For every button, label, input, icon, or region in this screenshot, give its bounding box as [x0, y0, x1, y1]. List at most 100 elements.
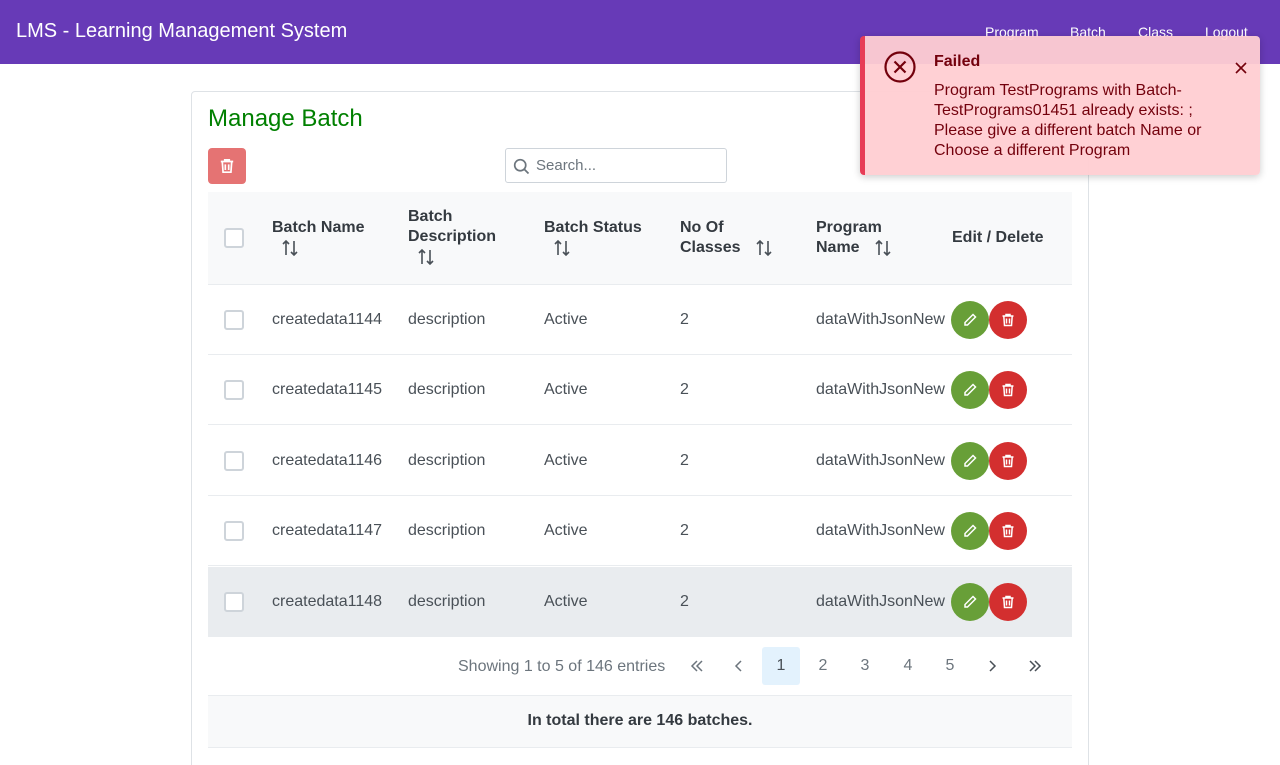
row-checkbox[interactable]: [224, 380, 244, 400]
trash-icon: [1002, 524, 1014, 538]
prev-page-button[interactable]: [720, 647, 758, 685]
cell-batch-status: Active: [544, 381, 588, 398]
pencil-icon: [964, 524, 977, 537]
toast-summary: Failed: [934, 53, 981, 70]
cell-no-of-classes: 2: [680, 522, 689, 539]
cell-no-of-classes: 2: [680, 381, 689, 398]
sort-icon: [554, 239, 570, 257]
trash-icon: [220, 158, 234, 174]
sort-icon: [282, 239, 298, 257]
pagination-report: Showing 1 to 5 of 146 entries: [458, 658, 666, 675]
cell-program-name: dataWithJsonNew: [816, 381, 945, 398]
cell-program-name: dataWithJsonNew: [816, 593, 945, 610]
delete-button[interactable]: [989, 442, 1027, 480]
cell-batch-status: Active: [544, 452, 588, 469]
page-button-4[interactable]: 4: [889, 647, 927, 685]
col-batch-description[interactable]: Batch Description: [408, 207, 496, 267]
col-program-name-label-2: Name: [816, 239, 860, 257]
edit-button[interactable]: [951, 301, 989, 339]
search-icon: [513, 158, 530, 175]
row-checkbox[interactable]: [224, 521, 244, 541]
delete-button[interactable]: [989, 371, 1027, 409]
edit-button[interactable]: [951, 371, 989, 409]
col-batch-description-label-1: Batch: [408, 208, 453, 225]
page-button-1[interactable]: 1: [762, 647, 800, 685]
col-batch-status[interactable]: Batch Status: [544, 218, 642, 258]
edit-button[interactable]: [951, 442, 989, 480]
cell-batch-name: createdata1145: [272, 381, 383, 398]
cell-batch-status: Active: [544, 311, 588, 328]
sort-icon: [418, 248, 434, 266]
col-program-name[interactable]: Program Name: [816, 218, 892, 258]
col-batch-name-label: Batch Name: [272, 219, 365, 236]
cell-program-name: dataWithJsonNew: [816, 452, 945, 469]
col-no-of-classes[interactable]: No Of Classes: [680, 218, 773, 258]
chevron-right-icon: [989, 660, 997, 672]
edit-button[interactable]: [951, 583, 989, 621]
table-header: Batch Name Batch Description Batch Statu…: [208, 192, 1072, 285]
double-chevron-right-icon: [1029, 660, 1042, 672]
page-button-2[interactable]: 2: [804, 647, 842, 685]
app-title: LMS - Learning Management System: [16, 20, 348, 42]
table-row[interactable]: createdata1147 description Active 2 dataWith…: [208, 496, 1072, 566]
pencil-icon: [964, 595, 977, 608]
bulk-delete-button[interactable]: [208, 148, 246, 184]
table-row[interactable]: createdata1144 description Active 2 dataWith…: [208, 285, 1072, 355]
cell-batch-name: createdata1147: [272, 522, 383, 539]
times-circle-icon: [884, 51, 916, 83]
col-batch-status-label: Batch Status: [544, 219, 642, 236]
cell-batch-status: Active: [544, 522, 588, 539]
search-input[interactable]: [536, 149, 724, 182]
table-footer: In total there are 146 batches.: [208, 696, 1072, 748]
cell-program-name: dataWithJsonNew: [816, 522, 945, 539]
row-checkbox[interactable]: [224, 310, 244, 330]
cell-program-name: dataWithJsonNew: [816, 311, 945, 328]
toast-detail: Program TestPrograms with Batch-TestProg…: [934, 82, 1202, 159]
col-no-of-classes-label-1: No Of: [680, 219, 724, 236]
double-chevron-left-icon: [690, 660, 703, 672]
cell-batch-status: Active: [544, 593, 588, 610]
col-program-name-label-1: Program: [816, 219, 882, 236]
delete-button[interactable]: [989, 583, 1027, 621]
page-title: Manage Batch: [208, 105, 363, 132]
row-checkbox[interactable]: [224, 451, 244, 471]
toast-close-button[interactable]: [1231, 58, 1251, 78]
select-all-checkbox[interactable]: [224, 228, 244, 248]
paginator: Showing 1 to 5 of 146 entries 1 2 3 4 5: [208, 638, 1072, 696]
cell-batch-description: description: [408, 452, 486, 469]
error-toast: Failed Program TestPrograms with Batch-T…: [860, 36, 1260, 175]
col-batch-description-label-2: Description: [408, 228, 497, 245]
col-no-of-classes-label-2: Classes: [680, 239, 741, 257]
table-row[interactable]: createdata1146 description Active 2 dataWith…: [208, 426, 1072, 496]
edit-button[interactable]: [951, 512, 989, 550]
first-page-button[interactable]: [678, 647, 716, 685]
trash-icon: [1002, 454, 1014, 468]
pencil-icon: [964, 454, 977, 467]
next-page-button[interactable]: [973, 647, 1011, 685]
trash-icon: [1002, 595, 1014, 609]
table-row[interactable]: createdata1148 description Active 2 dataWith…: [208, 567, 1072, 637]
delete-button[interactable]: [989, 301, 1027, 339]
delete-button[interactable]: [989, 512, 1027, 550]
search-field[interactable]: [505, 148, 727, 183]
table-row[interactable]: createdata1145 description Active 2 dataWith…: [208, 355, 1072, 425]
close-icon: [1235, 62, 1247, 74]
cell-no-of-classes: 2: [680, 311, 689, 328]
cell-batch-name: createdata1144: [272, 311, 383, 328]
row-checkbox[interactable]: [224, 592, 244, 612]
cell-batch-name: createdata1148: [272, 593, 383, 610]
col-edit-delete: Edit / Delete: [952, 229, 1044, 246]
cell-no-of-classes: 2: [680, 593, 689, 610]
pencil-icon: [964, 313, 977, 326]
page-button-5[interactable]: 5: [931, 647, 969, 685]
chevron-left-icon: [734, 660, 742, 672]
cell-batch-description: description: [408, 381, 486, 398]
last-page-button[interactable]: [1016, 647, 1054, 685]
cell-batch-description: description: [408, 593, 486, 610]
cell-batch-description: description: [408, 522, 486, 539]
sort-icon: [756, 239, 772, 257]
col-batch-name[interactable]: Batch Name: [272, 218, 364, 258]
cell-batch-name: createdata1146: [272, 452, 383, 469]
sort-icon: [875, 239, 891, 257]
page-button-3[interactable]: 3: [846, 647, 884, 685]
